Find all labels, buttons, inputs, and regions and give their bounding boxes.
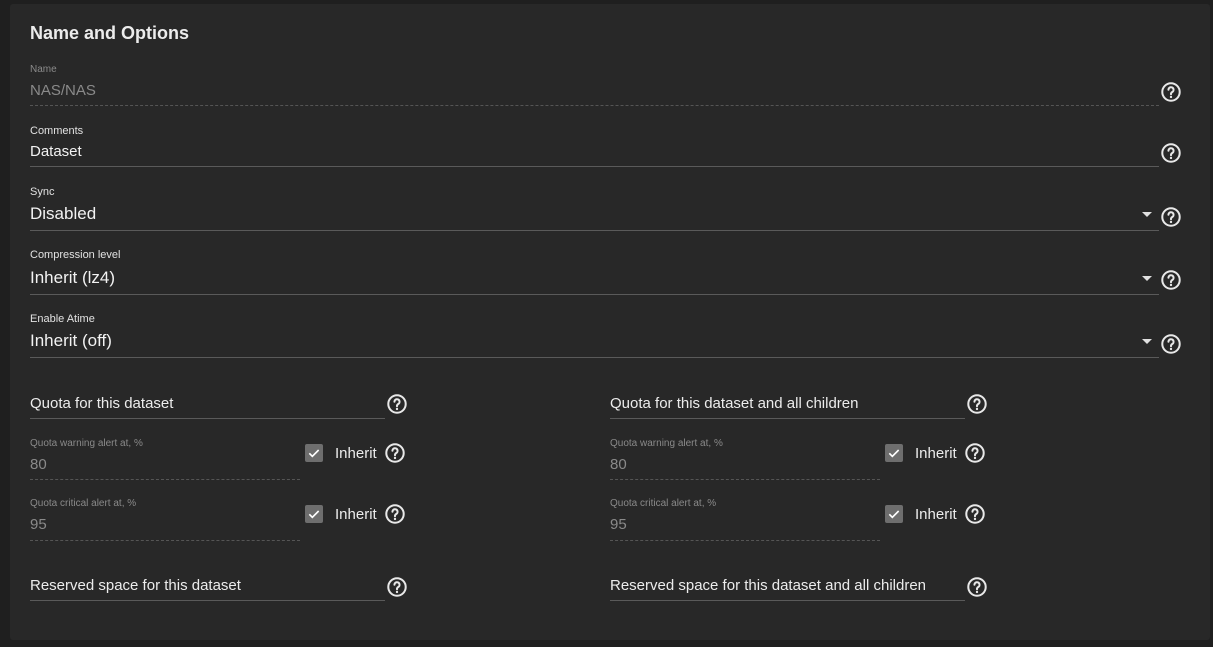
reserved-dataset-input[interactable]: Reserved space for this dataset (30, 577, 241, 594)
name-label: Name (30, 64, 57, 75)
compression-label: Compression level (30, 249, 121, 261)
sync-select[interactable]: Disabled (30, 204, 96, 224)
help-icon[interactable] (1160, 142, 1182, 164)
quota-children-critical-input: 95 (610, 516, 627, 533)
help-icon[interactable] (1160, 81, 1182, 103)
quota-critical-label: Quota critical alert at, % (30, 498, 137, 509)
help-icon[interactable] (386, 576, 408, 598)
help-icon[interactable] (384, 503, 406, 525)
atime-underline (30, 357, 1159, 358)
quota-children-underline (610, 418, 965, 419)
quota-children-critical-label: Quota critical alert at, % (610, 498, 717, 509)
section-title: Name and Options (30, 23, 190, 43)
reserved-dataset-underline (30, 600, 385, 601)
comments-input[interactable]: Dataset (30, 143, 82, 160)
quota-children-warning-label: Quota warning alert at, % (610, 438, 723, 449)
compression-underline (30, 294, 1159, 295)
quota-warning-input: 80 (30, 456, 47, 473)
reserved-children-underline (610, 600, 965, 601)
check-icon (888, 449, 900, 458)
help-icon[interactable] (966, 576, 988, 598)
inherit-checkbox[interactable] (885, 505, 903, 523)
inherit-checkbox[interactable] (305, 505, 323, 523)
quota-children-warning-underline (610, 479, 880, 480)
help-icon[interactable] (384, 442, 406, 464)
help-icon[interactable] (1160, 206, 1182, 228)
caret-down-icon[interactable] (1142, 212, 1152, 217)
help-icon[interactable] (1160, 269, 1182, 291)
comments-underline (30, 166, 1159, 167)
quota-dataset-input[interactable]: Quota for this dataset (30, 395, 173, 412)
reserved-children-input[interactable]: Reserved space for this dataset and all … (610, 577, 926, 594)
options-card: Name and Options Name NAS/NAS Comments D… (10, 4, 1210, 640)
name-field: NAS/NAS (30, 82, 96, 99)
check-icon (888, 510, 900, 519)
help-icon[interactable] (386, 393, 408, 415)
inherit-checkbox[interactable] (305, 444, 323, 462)
quota-critical-input: 95 (30, 516, 47, 533)
quota-critical-underline (30, 540, 300, 541)
quota-warning-underline (30, 479, 300, 480)
sync-underline (30, 230, 1159, 231)
quota-children-warning-input: 80 (610, 456, 627, 473)
help-icon[interactable] (1160, 333, 1182, 355)
help-icon[interactable] (964, 503, 986, 525)
inherit-label: Inherit (335, 445, 377, 462)
help-icon[interactable] (964, 442, 986, 464)
caret-down-icon[interactable] (1142, 339, 1152, 344)
atime-select[interactable]: Inherit (off) (30, 331, 112, 351)
inherit-checkbox[interactable] (885, 444, 903, 462)
quota-warning-label: Quota warning alert at, % (30, 438, 143, 449)
inherit-label: Inherit (335, 506, 377, 523)
inherit-label: Inherit (915, 445, 957, 462)
check-icon (308, 449, 320, 458)
inherit-label: Inherit (915, 506, 957, 523)
quota-children-critical-underline (610, 540, 880, 541)
compression-select[interactable]: Inherit (lz4) (30, 268, 115, 288)
comments-label: Comments (30, 125, 84, 137)
sync-label: Sync (30, 186, 55, 198)
check-icon (308, 510, 320, 519)
name-underline (30, 105, 1159, 106)
quota-children-input[interactable]: Quota for this dataset and all children (610, 395, 858, 412)
help-icon[interactable] (966, 393, 988, 415)
quota-dataset-underline (30, 418, 385, 419)
caret-down-icon[interactable] (1142, 276, 1152, 281)
atime-label: Enable Atime (30, 313, 95, 325)
